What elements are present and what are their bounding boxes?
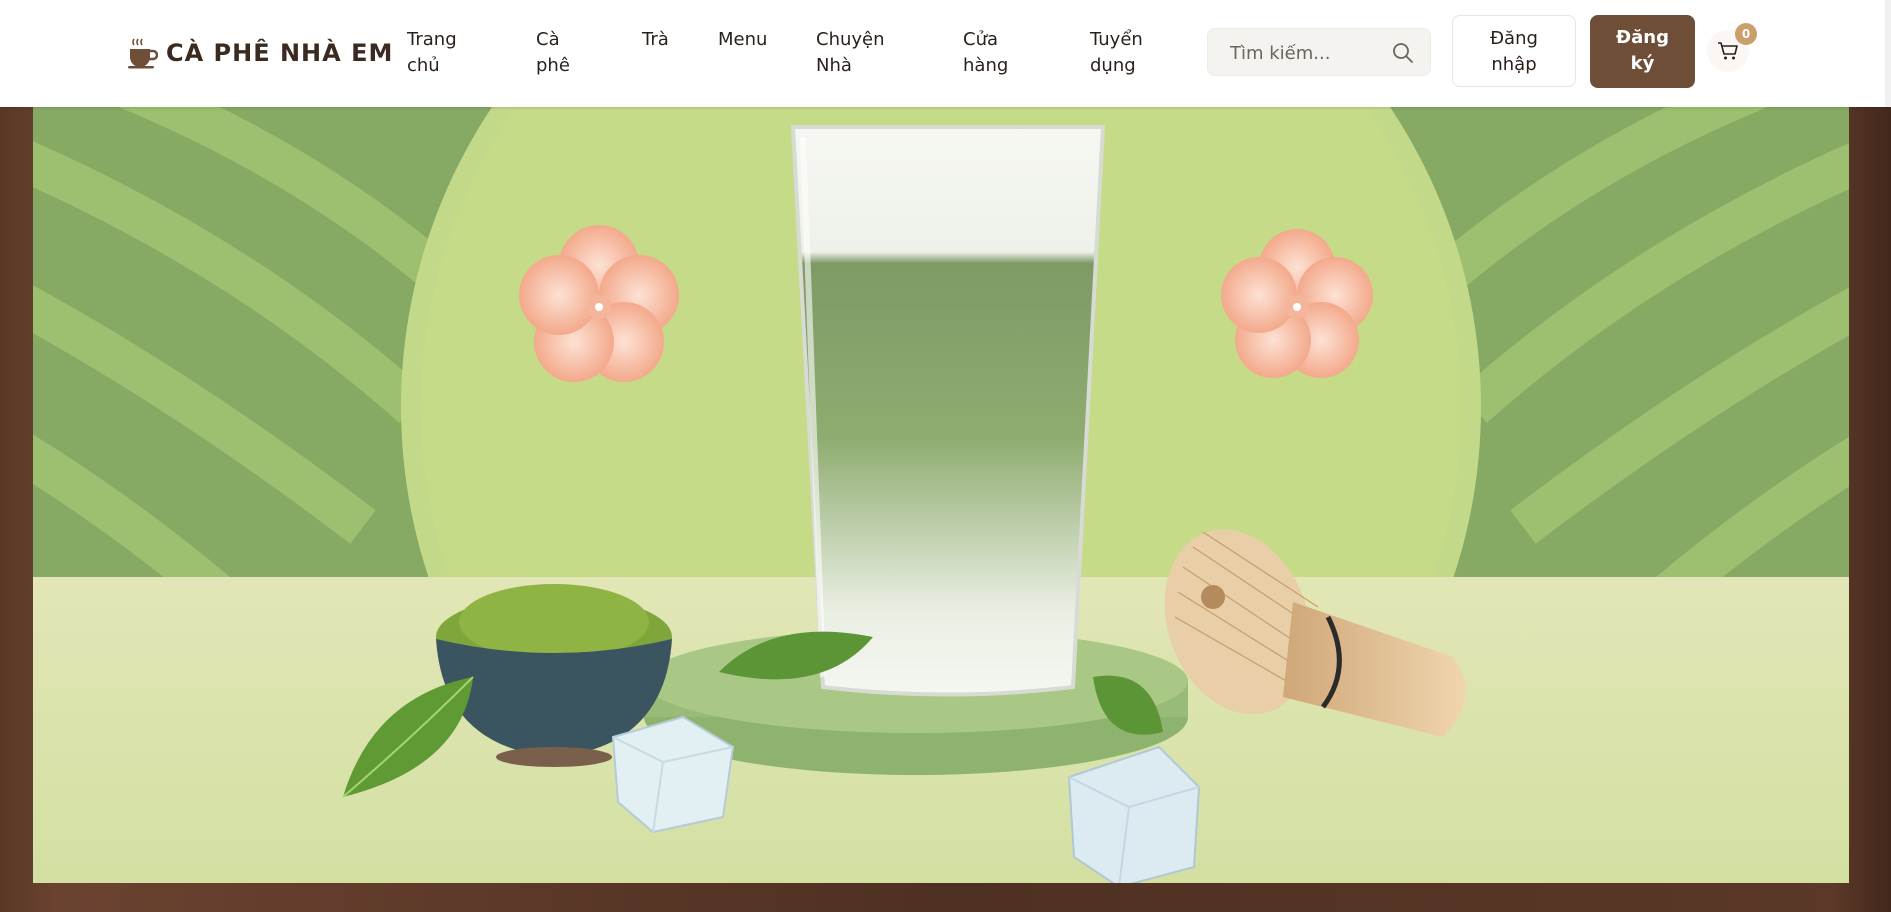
hero-banner[interactable] — [33, 107, 1849, 883]
nav-tea[interactable]: Trà — [642, 27, 669, 53]
nav-stores[interactable]: Cửa hàng — [963, 27, 1008, 79]
nav-home[interactable]: Trang chủ — [407, 27, 457, 79]
nav-coffee[interactable]: Cà phê — [536, 27, 570, 79]
coffee-cup-icon — [128, 37, 158, 69]
search-box — [1207, 28, 1431, 76]
site-header: CÀ PHÊ NHÀ EM Trang chủ Cà phê Trà Menu … — [0, 0, 1891, 107]
register-button[interactable]: Đăng ký — [1590, 15, 1695, 88]
hero-image — [33, 107, 1849, 883]
nav-careers[interactable]: Tuyển dụng — [1090, 27, 1143, 79]
brand-name: CÀ PHÊ NHÀ EM — [166, 39, 394, 67]
search-input[interactable] — [1228, 39, 1392, 67]
cart-count-badge: 0 — [1735, 23, 1757, 45]
login-button[interactable]: Đăng nhập — [1452, 15, 1576, 87]
scrollbar[interactable] — [1885, 0, 1891, 107]
nav-menu[interactable]: Menu — [718, 27, 767, 53]
nav-story[interactable]: Chuyện Nhà — [816, 27, 885, 79]
search-icon[interactable] — [1392, 42, 1414, 68]
brand-logo[interactable]: CÀ PHÊ NHÀ EM — [128, 37, 393, 69]
cart-icon — [1718, 42, 1738, 60]
